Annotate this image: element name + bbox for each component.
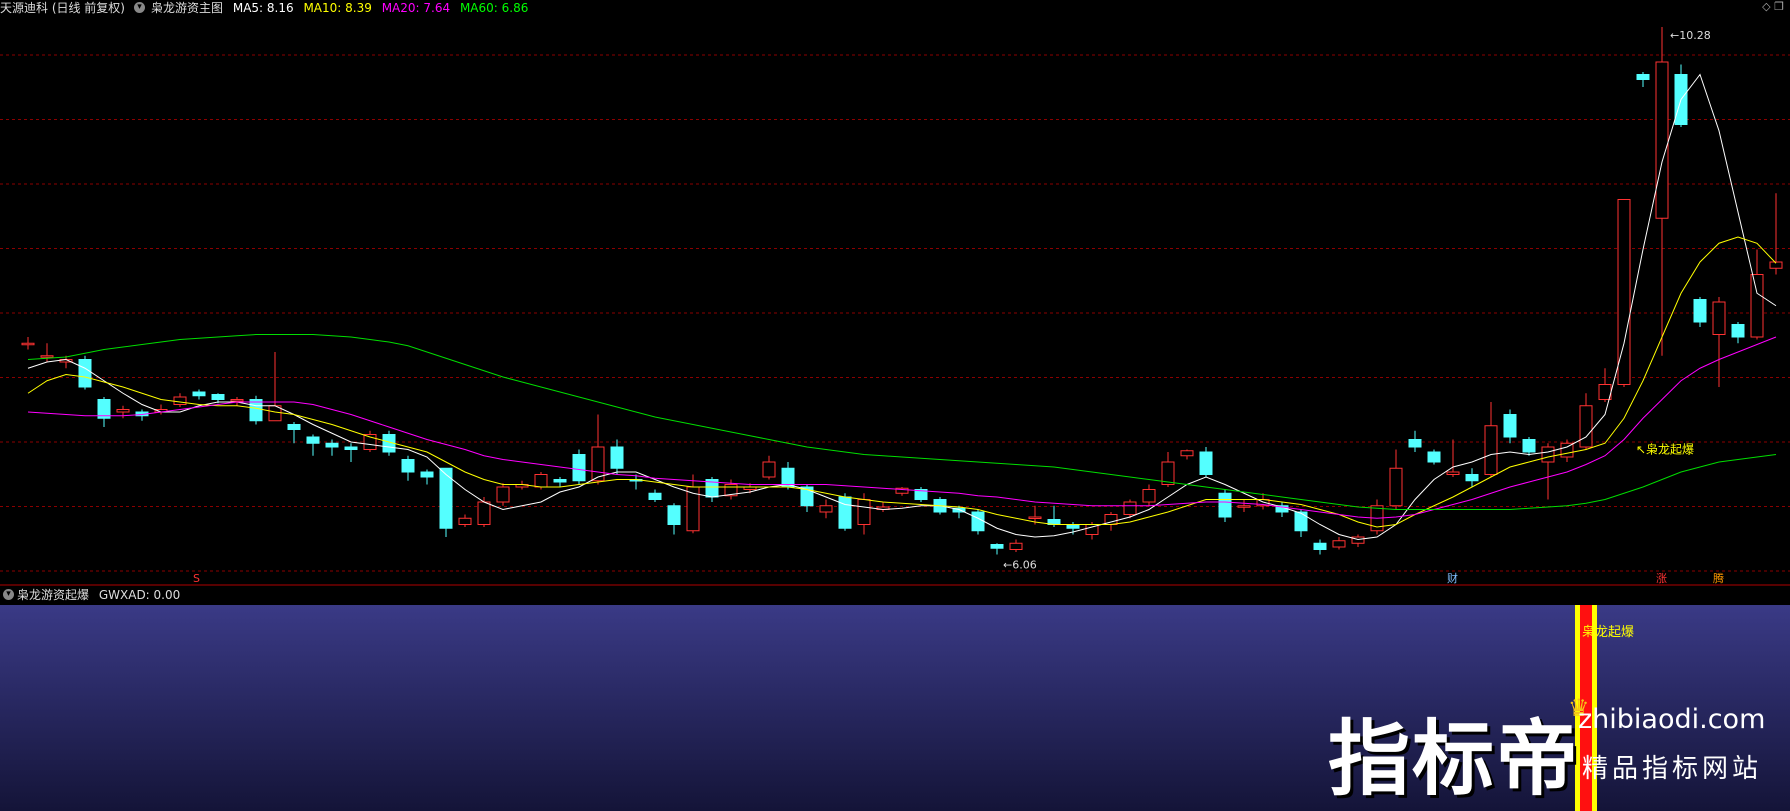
candle-body [249,399,263,422]
candle-body [1446,471,1460,475]
marker-zhang: 涨 [1656,572,1667,585]
chevron-down-icon[interactable]: ▾ [3,589,14,600]
ma-line-ma10 [27,236,1777,528]
candle-body [1750,274,1764,338]
candle-body [1123,501,1137,515]
low-price-label: ←6.06 [1003,559,1037,572]
sub-chart-header: ▾ 枭龙游资起爆 GWXAD: 0.00 [0,586,180,604]
candle-body [1142,489,1156,503]
candle-body [971,511,985,532]
signal-label: ↖枭龙起爆 [1636,442,1694,457]
high-price-label: ←10.28 [1670,29,1711,42]
ma5-value: MA5: 8.16 [232,1,294,15]
candle-body [1693,299,1707,323]
candle-body [230,399,244,402]
ma10-value: MA10: 8.39 [303,1,372,15]
candle-body [667,505,681,525]
candle-body [838,496,852,529]
candle-body [192,391,206,397]
candle-body [1237,505,1251,508]
candle-body [344,446,358,450]
candle-body [211,394,225,400]
candle-body [287,424,301,430]
candle-body [572,454,586,482]
candle-body [1408,439,1422,448]
marker-sheng: 腾 [1713,571,1724,585]
candle-body [1427,451,1441,463]
candle-body [1503,414,1517,438]
chevron-down-icon[interactable]: ▾ [134,2,145,13]
stock-title[interactable]: 天源迪科 (日线 前复权) [0,1,125,15]
candle-body [325,442,339,448]
watermark-url: zhibiaodi.com [1578,704,1766,735]
candle-body [1199,451,1213,475]
window-icon[interactable]: ❐ [1774,0,1784,13]
candle-body [857,499,871,525]
candle-body [458,517,472,525]
candle-body [1579,405,1593,448]
candle-body [1541,446,1555,463]
candle-body [1522,439,1536,453]
ma-line-ma5 [27,73,1777,541]
candle-body [762,461,776,478]
candle-body [1066,524,1080,529]
candle-body [40,355,54,358]
candle-body [990,544,1004,549]
candle-body [1180,450,1194,457]
sub-indicator-value: GWXAD: 0.00 [98,588,181,602]
candle-body [648,492,662,500]
candle-body [1332,540,1346,548]
candle-body [1731,324,1745,338]
main-candlestick-chart[interactable]: ←10.28 ←6.06 ↖枭龙起爆 S 财 涨 腾 [0,0,1790,586]
candle-body [819,505,833,513]
candle-body [553,479,567,483]
candle-body [116,409,130,413]
watermark-brand: 指标帝 [1328,712,1581,807]
candle-body [1294,511,1308,532]
candle-body [1009,542,1023,550]
candle-body [401,459,415,473]
candle-body [1484,425,1498,475]
ma60-value: MA60: 6.86 [459,1,529,15]
candle-body [1465,474,1479,482]
candle-body [173,396,187,405]
sub-signal-label: 枭龙起爆 [1582,624,1634,640]
candle-body [78,359,92,388]
sub-indicator-title[interactable]: 枭龙游资起爆 [17,588,89,602]
candle-body [496,486,510,503]
candle-body [1389,467,1403,507]
candle-body [1655,61,1669,219]
corner-icons: ◇ ❐ [1762,0,1784,13]
candle-body [1712,301,1726,335]
candle-body [1636,74,1650,80]
candle-body [1028,516,1042,519]
watermark-slogan: 精品指标网站 [1582,754,1763,784]
marker-cai: 财 [1447,571,1458,585]
candle-body [610,446,624,469]
main-chart-header: 天源迪科 (日线 前复权) ▾ 枭龙游资主图 MA5: 8.16 MA10: 8.3… [0,0,534,16]
indicator-title[interactable]: 枭龙游资主图 [151,1,223,15]
ma20-value: MA20: 7.64 [381,1,451,15]
candle-body [1617,199,1631,385]
candle-body [21,342,35,346]
candle-body [477,501,491,525]
candle-body [1313,542,1327,550]
diamond-icon[interactable]: ◇ [1762,0,1770,13]
candle-body [420,471,434,478]
candle-body [534,474,548,488]
marker-s: S [193,572,200,585]
candle-body [1218,492,1232,518]
candle-body [306,436,320,444]
